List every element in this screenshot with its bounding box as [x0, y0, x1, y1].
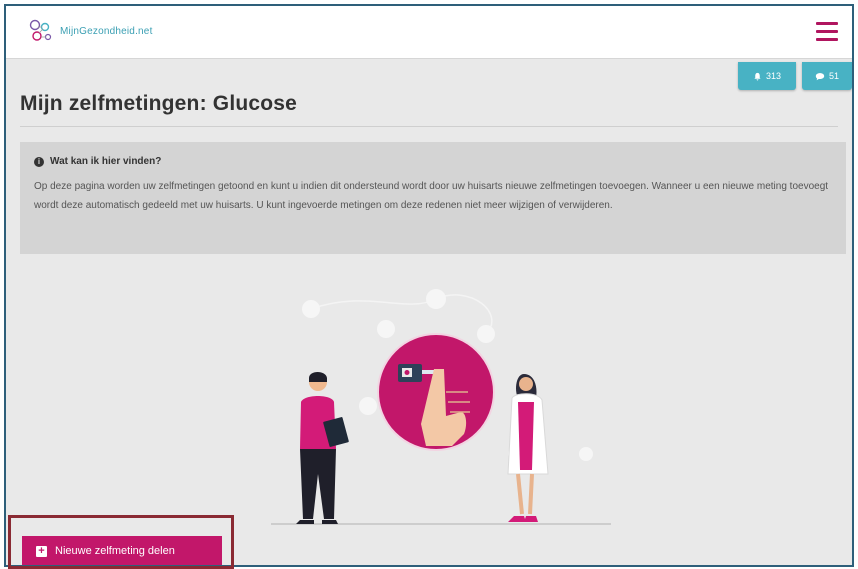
top-bar: MijnGezondheid.net: [6, 6, 852, 59]
info-panel: i Wat kan ik hier vinden? Op deze pagina…: [20, 142, 846, 254]
logo-icon: [29, 19, 52, 41]
title-divider: [20, 126, 838, 127]
info-heading-row: i Wat kan ik hier vinden?: [34, 156, 832, 167]
app-frame: MijnGezondheid.net 313 51 Mijn zelfmetin…: [4, 4, 854, 567]
notifications-count: 313: [765, 71, 782, 81]
bell-icon: [754, 72, 761, 80]
page-title: Mijn zelfmetingen: Glucose: [20, 92, 298, 115]
messages-badge[interactable]: 51: [802, 62, 852, 90]
info-icon: i: [34, 156, 44, 167]
highlight-box: [8, 515, 234, 569]
info-heading: Wat kan ik hier vinden?: [50, 156, 162, 167]
notifications-badge[interactable]: 313: [738, 62, 796, 90]
logo-text: MijnGezondheid.net: [60, 25, 153, 37]
hamburger-icon[interactable]: [816, 22, 838, 41]
glucose-illustration: [271, 289, 611, 525]
chat-icon: [815, 72, 825, 80]
info-body: Op deze pagina worden uw zelfmetingen ge…: [34, 181, 829, 211]
messages-count: 51: [828, 71, 839, 81]
logo[interactable]: MijnGezondheid.net: [28, 18, 153, 44]
